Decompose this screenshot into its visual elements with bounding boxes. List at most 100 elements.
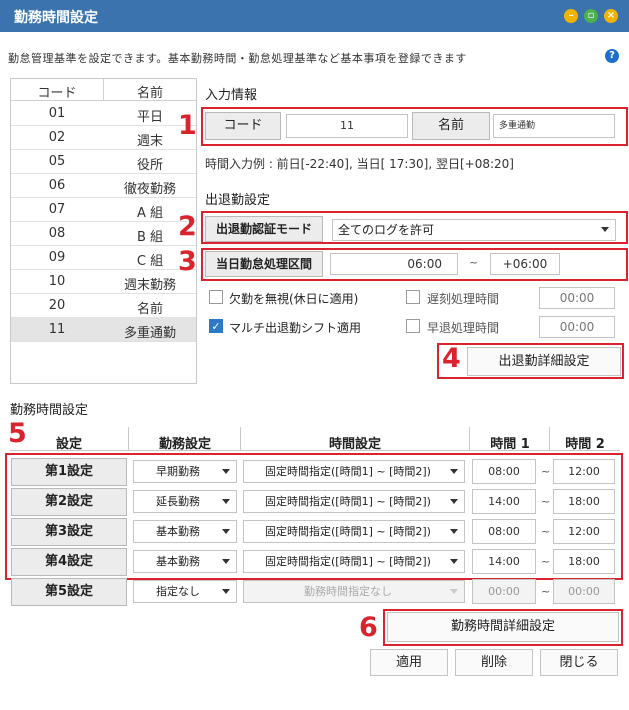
ignore-absence-checkbox[interactable]	[209, 290, 223, 304]
work-setting-value: 指定なし	[156, 585, 200, 598]
chevron-down-icon	[450, 498, 458, 504]
time-1-input[interactable]: 00:00	[472, 579, 536, 604]
minimize-icon[interactable]: –	[564, 9, 578, 23]
work-time-title: 勤務時間設定	[10, 403, 89, 418]
early-time-input[interactable]: 00:00	[539, 316, 615, 338]
auth-mode-select[interactable]: 全てのログを許可	[332, 219, 616, 241]
help-icon[interactable]: ?	[605, 49, 619, 63]
time-separator: ~	[541, 525, 551, 538]
attendance-detail-button[interactable]: 出退勤詳細設定	[467, 347, 621, 376]
work-setting-value: 延長勤務	[156, 495, 200, 508]
day-range-label: 当日勤怠処理区間	[205, 251, 323, 277]
apply-button[interactable]: 適用	[370, 649, 448, 676]
work-setting-select[interactable]: 指定なし	[133, 580, 237, 603]
work-setting-value: 基本勤務	[156, 525, 200, 538]
list-item[interactable]: 10 週末勤務	[11, 270, 196, 294]
name-input[interactable]: 多重通勤	[493, 114, 615, 138]
list-item-name: 多重通勤	[123, 326, 176, 341]
time-setting-select[interactable]: 固定時間指定([時間1] ~ [時間2])	[243, 490, 465, 513]
time-separator: ~	[541, 555, 551, 568]
time-2-input[interactable]: 18:00	[553, 489, 615, 514]
time-setting-select[interactable]: 固定時間指定([時間1] ~ [時間2])	[243, 460, 465, 483]
time-1-input[interactable]: 08:00	[472, 459, 536, 484]
work-setting-select[interactable]: 早期勤務	[133, 460, 237, 483]
chevron-down-icon	[601, 227, 609, 232]
early-label: 早退処理時間	[427, 321, 500, 335]
attendance-settings-title: 出退勤設定	[205, 193, 271, 208]
close-button[interactable]: 閉じる	[540, 649, 618, 676]
work-setting-select[interactable]: 延長勤務	[133, 490, 237, 513]
description-text: 勤怠管理基準を設定できます。基本勤務時間・勤怠処理基準など基本事項を登録できます	[8, 52, 467, 65]
time-setting-select[interactable]: 勤務時間指定なし	[243, 580, 465, 603]
col-work-setting: 勤務設定	[158, 437, 211, 452]
early-checkbox[interactable]	[406, 319, 420, 333]
time-separator: ~	[541, 465, 551, 478]
time-1-input[interactable]: 14:00	[472, 549, 536, 574]
work-row-label: 第1設定	[11, 458, 127, 486]
time-2-input[interactable]: 18:00	[553, 549, 615, 574]
late-checkbox[interactable]	[406, 290, 420, 304]
list-item[interactable]: 06 徹夜勤務	[11, 174, 196, 198]
list-header-code: コード	[37, 86, 77, 101]
auth-mode-label: 出退勤認証モード	[205, 216, 323, 242]
list-item[interactable]: 05 役所	[11, 150, 196, 174]
delete-button[interactable]: 削除	[455, 649, 533, 676]
list-item-code: 06	[48, 178, 66, 193]
code-list[interactable]: コード 名前 01 平日 02 週末 05 役所 06 徹夜勤務 07 A 組 08 B 組 09 C 組…	[10, 78, 197, 384]
late-time-input[interactable]: 00:00	[539, 287, 615, 309]
list-item[interactable]: 02 週末	[11, 126, 196, 150]
time-2-input[interactable]: 12:00	[553, 519, 615, 544]
time-2-input[interactable]: 12:00	[553, 459, 615, 484]
multi-shift-checkbox[interactable]: ✓	[209, 319, 223, 333]
name-label: 名前	[412, 112, 490, 140]
col-time-setting: 時間設定	[328, 437, 381, 452]
time-separator: ~	[541, 495, 551, 508]
time-setting-select[interactable]: 固定時間指定([時間1] ~ [時間2])	[243, 520, 465, 543]
chevron-down-icon	[222, 588, 230, 594]
time-1-input[interactable]: 14:00	[472, 489, 536, 514]
code-input[interactable]: 11	[286, 114, 408, 138]
col-time-1: 時間 1	[490, 437, 530, 452]
work-setting-value: 早期勤務	[156, 465, 200, 478]
work-setting-select[interactable]: 基本勤務	[133, 550, 237, 573]
list-item-code: 07	[48, 202, 66, 217]
time-setting-value: 固定時間指定([時間1] ~ [時間2])	[265, 555, 431, 568]
auth-mode-value: 全てのログを許可	[338, 223, 435, 237]
title-bar: 勤務時間設定 – ▫ ×	[0, 0, 629, 32]
work-setting-value: 基本勤務	[156, 555, 200, 568]
list-item-name: 徹夜勤務	[123, 182, 176, 197]
list-item[interactable]: 11 多重通勤	[11, 318, 196, 342]
list-header: コード 名前	[11, 79, 196, 101]
close-icon[interactable]: ×	[604, 9, 618, 23]
chevron-down-icon	[222, 468, 230, 474]
range-start-input[interactable]: 06:00	[330, 253, 458, 275]
time-2-input[interactable]: 00:00	[553, 579, 615, 604]
time-1-input[interactable]: 08:00	[472, 519, 536, 544]
col-setting: 設定	[55, 437, 82, 452]
list-item[interactable]: 09 C 組	[11, 246, 196, 270]
range-end-input[interactable]: +06:00	[490, 253, 560, 275]
multi-shift-label: マルチ出退勤シフト適用	[229, 321, 362, 335]
col-time-2: 時間 2	[565, 437, 605, 452]
work-setting-select[interactable]: 基本勤務	[133, 520, 237, 543]
list-item[interactable]: 20 名前	[11, 294, 196, 318]
list-item-code: 20	[48, 298, 66, 313]
ignore-absence-label: 欠勤を無視(休日に適用)	[229, 292, 359, 306]
list-item-code: 01	[48, 106, 66, 121]
work-time-detail-button[interactable]: 勤務時間詳細設定	[387, 612, 619, 642]
list-item-code: 09	[48, 250, 66, 265]
chevron-down-icon	[450, 468, 458, 474]
list-item-code: 02	[48, 130, 66, 145]
list-item-code: 05	[48, 154, 66, 169]
list-item-code: 11	[48, 322, 66, 337]
maximize-icon[interactable]: ▫	[584, 9, 598, 23]
list-item[interactable]: 07 A 組	[11, 198, 196, 222]
list-item[interactable]: 01 平日	[11, 102, 196, 126]
input-info-title: 入力情報	[205, 88, 258, 103]
work-row-label: 第4設定	[11, 548, 127, 576]
list-item-code: 10	[48, 274, 66, 289]
chevron-down-icon	[222, 498, 230, 504]
code-label: コード	[205, 112, 281, 140]
time-setting-select[interactable]: 固定時間指定([時間1] ~ [時間2])	[243, 550, 465, 573]
list-item[interactable]: 08 B 組	[11, 222, 196, 246]
